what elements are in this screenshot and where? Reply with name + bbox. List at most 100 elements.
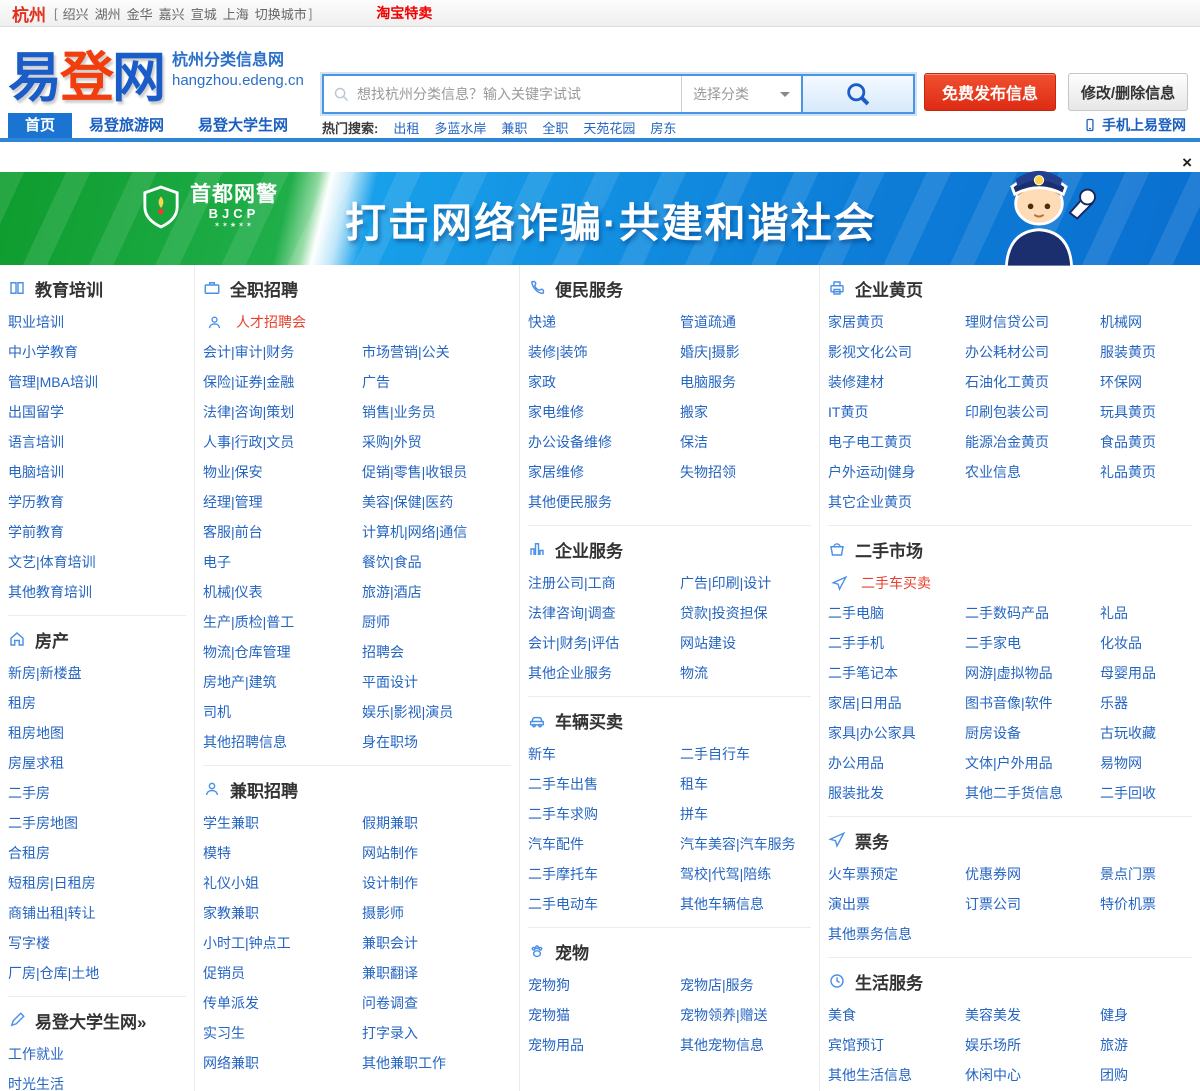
category-link[interactable]: 写字楼: [8, 928, 186, 958]
category-link[interactable]: 房屋求租: [8, 748, 186, 778]
category-link[interactable]: 景点门票: [1100, 859, 1192, 889]
category-link[interactable]: 古玩收藏: [1100, 718, 1192, 748]
category-link[interactable]: 团购: [1100, 1060, 1192, 1090]
category-link[interactable]: 合租房: [8, 838, 186, 868]
category-link[interactable]: 厨师: [362, 607, 511, 637]
category-link[interactable]: 经理|管理: [203, 487, 362, 517]
category-link[interactable]: 快递: [528, 307, 680, 337]
category-link[interactable]: 短租房|日租房: [8, 868, 186, 898]
category-link[interactable]: IT黄页: [828, 397, 965, 427]
category-link[interactable]: 司机: [203, 697, 362, 727]
category-link[interactable]: 电子: [203, 547, 362, 577]
category-link[interactable]: 二手车求购: [528, 799, 680, 829]
category-link[interactable]: 食品黄页: [1100, 427, 1192, 457]
switch-city-link[interactable]: 切换城市: [255, 4, 307, 23]
category-link[interactable]: 客服|前台: [203, 517, 362, 547]
category-link[interactable]: 学生兼职: [203, 808, 362, 838]
category-link[interactable]: 宠物狗: [528, 970, 680, 1000]
category-link[interactable]: 二手数码产品: [965, 598, 1100, 628]
category-link[interactable]: 娱乐场所: [965, 1030, 1100, 1060]
category-link[interactable]: 汽车配件: [528, 829, 680, 859]
category-link[interactable]: 传单派发: [203, 988, 362, 1018]
category-link[interactable]: 家电维修: [528, 397, 680, 427]
category-link[interactable]: 兼职会计: [362, 928, 511, 958]
category-link[interactable]: 家居维修: [528, 457, 680, 487]
category-link[interactable]: 其他招聘信息: [203, 727, 362, 757]
category-link[interactable]: 中小学教育: [8, 337, 186, 367]
category-link[interactable]: 电子电工黄页: [828, 427, 965, 457]
category-link[interactable]: 失物招领: [680, 457, 811, 487]
category-link[interactable]: 石油化工黄页: [965, 367, 1100, 397]
category-link[interactable]: 保洁: [680, 427, 811, 457]
category-link[interactable]: 租车: [680, 769, 811, 799]
category-link[interactable]: 实习生: [203, 1018, 362, 1048]
category-link[interactable]: 能源冶金黄页: [965, 427, 1100, 457]
category-link[interactable]: 注册公司|工商: [528, 568, 680, 598]
category-link[interactable]: 计算机|网络|通信: [362, 517, 511, 547]
category-link[interactable]: 二手房: [8, 778, 186, 808]
category-link[interactable]: 其他宠物信息: [680, 1030, 811, 1060]
category-link[interactable]: 宠物用品: [528, 1030, 680, 1060]
category-link[interactable]: 网站建设: [680, 628, 811, 658]
category-link[interactable]: 摄影师: [362, 898, 511, 928]
category-link[interactable]: 家具|办公家具: [828, 718, 965, 748]
category-link[interactable]: 二手电脑: [828, 598, 965, 628]
city-link[interactable]: 湖州: [95, 7, 121, 22]
category-link[interactable]: 装修|装饰: [528, 337, 680, 367]
category-link[interactable]: 其他票务信息: [828, 919, 965, 949]
category-link[interactable]: 宠物领养|赠送: [680, 1000, 811, 1030]
category-link[interactable]: 其他教育培训: [8, 577, 186, 607]
category-link[interactable]: 影视文化公司: [828, 337, 965, 367]
category-link[interactable]: 物流|仓库管理: [203, 637, 362, 667]
category-link[interactable]: 平面设计: [362, 667, 511, 697]
close-icon[interactable]: ×: [1182, 154, 1192, 171]
category-link[interactable]: 理财信贷公司: [965, 307, 1100, 337]
category-link[interactable]: 会计|审计|财务: [203, 337, 362, 367]
category-link[interactable]: 驾校|代驾|陪练: [680, 859, 811, 889]
category-link[interactable]: 销售|业务员: [362, 397, 511, 427]
category-link[interactable]: 模特: [203, 838, 362, 868]
category-link[interactable]: 学前教育: [8, 517, 186, 547]
city-link[interactable]: 金华: [127, 7, 153, 22]
category-link[interactable]: 机械网: [1100, 307, 1192, 337]
category-link[interactable]: 市场营销|公关: [362, 337, 511, 367]
category-link[interactable]: 促销员: [203, 958, 362, 988]
category-link[interactable]: 美容美发: [965, 1000, 1100, 1030]
category-link[interactable]: 房地产|建筑: [203, 667, 362, 697]
category-link[interactable]: 出国留学: [8, 397, 186, 427]
category-link[interactable]: 礼品黄页: [1100, 457, 1192, 487]
category-link[interactable]: 宾馆预订: [828, 1030, 965, 1060]
category-link[interactable]: 优惠券网: [965, 859, 1100, 889]
category-link[interactable]: 美容|保健|医药: [362, 487, 511, 517]
category-link[interactable]: 其他生活信息: [828, 1060, 965, 1090]
category-link[interactable]: 服装黄页: [1100, 337, 1192, 367]
category-link[interactable]: 宠物猫: [528, 1000, 680, 1030]
city-link[interactable]: 嘉兴: [159, 7, 185, 22]
category-link[interactable]: 网站制作: [362, 838, 511, 868]
category-link[interactable]: 会计|财务|评估: [528, 628, 680, 658]
category-link[interactable]: 身在职场: [362, 727, 511, 757]
category-link[interactable]: 厨房设备: [965, 718, 1100, 748]
category-link[interactable]: 餐饮|食品: [362, 547, 511, 577]
category-link[interactable]: 二手摩托车: [528, 859, 680, 889]
category-link[interactable]: 礼仪小姐: [203, 868, 362, 898]
category-link[interactable]: 二手手机: [828, 628, 965, 658]
category-link[interactable]: 电脑服务: [680, 367, 811, 397]
nav-tab[interactable]: 易登旅游网: [72, 113, 181, 138]
category-link[interactable]: 网络兼职: [203, 1048, 362, 1078]
category-link[interactable]: 宠物店|服务: [680, 970, 811, 1000]
category-link[interactable]: 工作就业: [8, 1039, 186, 1069]
category-link[interactable]: 保险|证券|金融: [203, 367, 362, 397]
search-button[interactable]: [801, 76, 913, 112]
category-link[interactable]: 电脑培训: [8, 457, 186, 487]
category-link[interactable]: 其它企业黄页: [828, 487, 965, 517]
category-link[interactable]: 厂房|仓库|土地: [8, 958, 186, 988]
category-link[interactable]: 易物网: [1100, 748, 1192, 778]
category-link[interactable]: 休闲中心: [965, 1060, 1100, 1090]
category-link[interactable]: 时光生活: [8, 1069, 186, 1091]
category-link[interactable]: 其他兼职工作: [362, 1048, 511, 1078]
category-link[interactable]: 法律|咨询|策划: [203, 397, 362, 427]
site-logo[interactable]: 易登网: [8, 33, 166, 112]
category-link[interactable]: 办公用品: [828, 748, 965, 778]
category-link[interactable]: 生产|质检|普工: [203, 607, 362, 637]
